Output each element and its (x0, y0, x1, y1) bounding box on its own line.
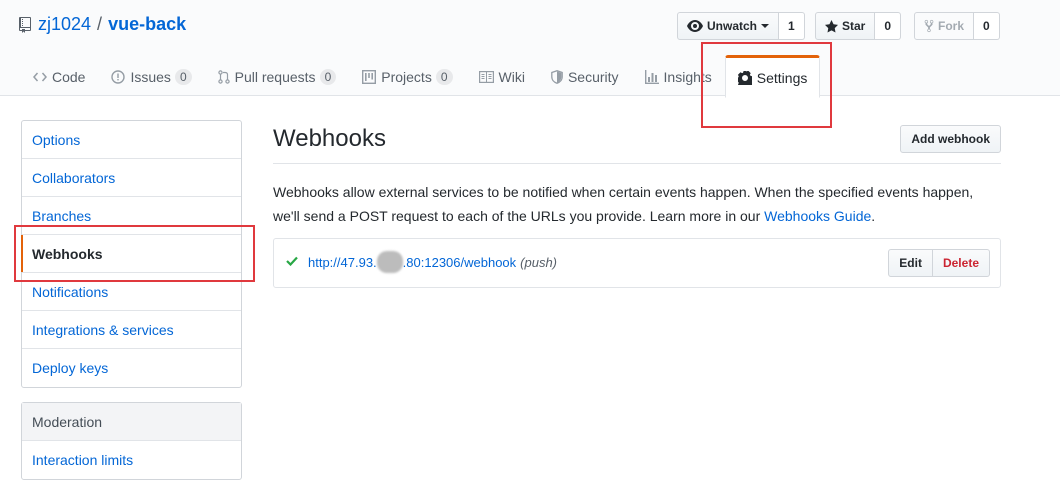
shield-icon (551, 70, 563, 84)
pull-requests-counter: 0 (319, 69, 337, 85)
tab-projects-label: Projects (381, 69, 432, 85)
fork-icon (924, 19, 934, 33)
webhook-url-prefix: http://47.93. (308, 254, 377, 270)
tab-security[interactable]: Security (538, 55, 632, 97)
webhooks-guide-link[interactable]: Webhooks Guide (764, 208, 871, 224)
repo-title: zj1024 / vue-back (19, 14, 186, 35)
menu-item-deploy-keys[interactable]: Deploy keys (22, 349, 241, 387)
tab-wiki[interactable]: Wiki (466, 55, 538, 97)
menu-item-notifications[interactable]: Notifications (22, 273, 241, 311)
repo-path-separator: / (97, 14, 103, 34)
eye-icon (687, 20, 703, 32)
star-button[interactable]: Star (815, 12, 876, 40)
redacted-blur (376, 251, 403, 273)
watch-group: Unwatch 1 (677, 12, 805, 40)
menu-item-webhooks[interactable]: Webhooks (21, 235, 241, 273)
delete-button[interactable]: Delete (932, 249, 990, 277)
webhooks-panel: Webhooks Add webhook Webhooks allow exte… (273, 120, 1001, 288)
code-icon (33, 72, 47, 82)
menu-item-integrations-services[interactable]: Integrations & services (22, 311, 241, 349)
projects-counter: 0 (435, 69, 453, 85)
webhooks-description: Webhooks allow external services to be n… (273, 180, 1001, 228)
webhook-actions: Edit Delete (888, 249, 990, 277)
webhook-item: http://47.93. .80:12306/webhook (push) Edi… (273, 238, 1001, 288)
tab-code[interactable]: Code (20, 55, 98, 97)
menu-item-branches[interactable]: Branches (22, 197, 241, 235)
graph-icon (644, 70, 659, 84)
page-title: Webhooks (273, 125, 386, 152)
fork-button[interactable]: Fork (914, 12, 975, 40)
settings-menu: Options Collaborators Branches Webhooks … (21, 120, 242, 388)
repo-name-link[interactable]: vue-back (108, 14, 186, 35)
tab-issues-label: Issues (130, 69, 171, 85)
unwatch-button[interactable]: Unwatch (677, 12, 780, 40)
menu-item-options[interactable]: Options (22, 121, 241, 159)
repo-owner-link[interactable]: zj1024 (38, 14, 91, 35)
repo-nav-tabs: Code Issues 0 Pull requests 0 Projects 0… (20, 55, 821, 98)
star-label: Star (842, 19, 866, 33)
tab-insights-label: Insights (663, 69, 712, 85)
check-icon (286, 256, 298, 266)
chevron-down-icon (761, 24, 770, 28)
watch-count[interactable]: 1 (779, 12, 805, 40)
edit-button[interactable]: Edit (888, 249, 933, 277)
tab-pull-requests[interactable]: Pull requests 0 (205, 55, 350, 97)
webhook-url-link[interactable]: http://47.93. .80:12306/webhook (push) (308, 251, 558, 273)
tab-wiki-label: Wiki (498, 69, 525, 85)
webhook-url-suffix: .80:12306/webhook (402, 254, 517, 270)
moderation-menu: Moderation Interaction limits (21, 402, 242, 480)
tab-settings-label: Settings (756, 69, 808, 86)
tab-settings[interactable]: Settings (724, 55, 821, 98)
menu-item-interaction-limits[interactable]: Interaction limits (22, 441, 241, 479)
fork-group: Fork 0 (914, 12, 1000, 40)
add-webhook-button[interactable]: Add webhook (900, 125, 1001, 153)
tab-pull-requests-label: Pull requests (234, 69, 316, 85)
star-icon (825, 19, 838, 33)
fork-count[interactable]: 0 (974, 12, 1000, 40)
tab-security-label: Security (567, 69, 619, 85)
project-icon (362, 70, 377, 84)
book-icon (478, 71, 494, 83)
subhead: Webhooks Add webhook (273, 120, 1001, 164)
tab-issues[interactable]: Issues 0 (98, 55, 204, 97)
star-count[interactable]: 0 (875, 12, 902, 40)
moderation-heading: Moderation (22, 403, 241, 441)
tab-projects[interactable]: Projects 0 (349, 55, 465, 97)
tab-code-label: Code (52, 69, 86, 85)
description-end: . (871, 208, 876, 224)
star-group: Star 0 (815, 12, 902, 40)
repo-header: zj1024 / vue-back Unwatch 1 Star 0 Fork … (0, 0, 1060, 98)
webhook-events: (push) (520, 254, 558, 270)
tab-insights[interactable]: Insights (632, 55, 725, 97)
pull-request-icon (217, 70, 230, 84)
issues-counter: 0 (174, 69, 192, 85)
menu-item-collaborators[interactable]: Collaborators (22, 159, 241, 197)
repo-icon (19, 16, 31, 33)
unwatch-label: Unwatch (707, 19, 758, 33)
gear-icon (737, 70, 752, 85)
fork-label: Fork (938, 19, 965, 33)
issue-icon (111, 70, 126, 84)
